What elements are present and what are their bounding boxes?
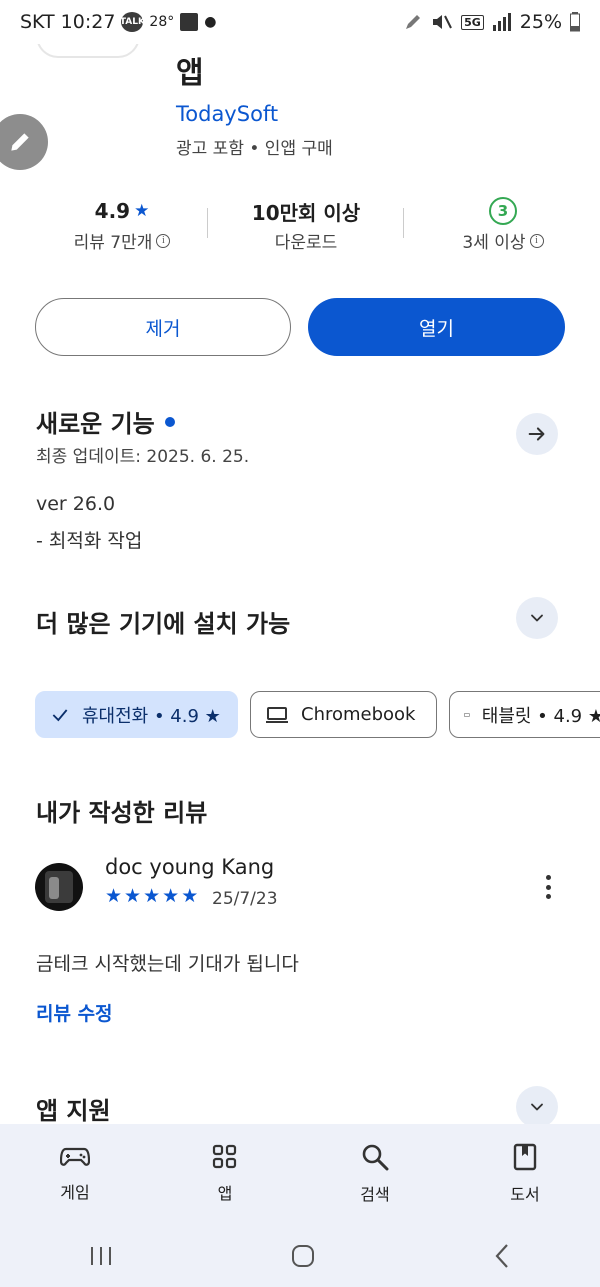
- notification-icon: [180, 13, 199, 31]
- status-bar: SKT 10:27 TALK 28° ● 5G 25%: [0, 0, 600, 44]
- chip-phone[interactable]: 휴대전화 • 4.9 ★: [35, 691, 238, 738]
- more-notifications-icon: ●: [204, 14, 217, 30]
- my-review-title: 내가 작성한 리뷰: [36, 799, 208, 827]
- whats-new-arrow-button[interactable]: [516, 413, 558, 455]
- developer-link[interactable]: TodaySoft: [176, 102, 278, 126]
- kakaotalk-icon: TALK: [120, 12, 145, 32]
- divider: [403, 208, 404, 238]
- battery-percent: 25%: [519, 11, 562, 33]
- stats-row: 4.9 ★ 리뷰 7만개 i 10만회 이상 다운로드 3 3세 이상 i: [0, 196, 600, 260]
- back-icon[interactable]: [492, 1243, 512, 1269]
- app-support-expand-button[interactable]: [516, 1086, 558, 1128]
- star-icon: ★: [105, 885, 123, 907]
- chip-tablet[interactable]: 태블릿 • 4.9 ★: [449, 691, 600, 738]
- chevron-down-icon: [531, 1103, 543, 1111]
- chevron-down-icon: [531, 614, 543, 622]
- chip-chromebook[interactable]: Chromebook: [250, 691, 437, 738]
- version-text: ver 26.0: [36, 493, 116, 515]
- arrow-right-icon: [528, 427, 545, 441]
- nav-label: 도서: [510, 1185, 540, 1204]
- release-note: - 최적화 작업: [36, 530, 143, 552]
- bottom-navigation: 게임 앱 검색 도서: [0, 1124, 600, 1224]
- battery-icon: [570, 12, 580, 32]
- rating-label: 리뷰 7만개: [73, 233, 153, 253]
- info-icon: i: [156, 233, 171, 248]
- search-icon: [362, 1144, 389, 1171]
- apps-grid-icon: [212, 1144, 237, 1169]
- uninstall-button[interactable]: 제거: [35, 298, 291, 356]
- age-label: 3세 이상: [462, 233, 526, 253]
- network-type: 5G: [461, 14, 484, 30]
- pencil-icon: [11, 133, 29, 151]
- my-review-header: 내가 작성한 리뷰: [36, 793, 207, 828]
- chip-label: Chromebook: [301, 704, 416, 725]
- gamepad-icon: [60, 1147, 90, 1166]
- last-updated: 최종 업데이트: 2025. 6. 25.: [36, 447, 250, 467]
- app-support-title: 앱 지원: [36, 1097, 111, 1125]
- star-icon: ★: [134, 201, 150, 221]
- temperature: 28°: [149, 14, 175, 30]
- signal-icon: [492, 13, 511, 31]
- carrier-label: SKT: [20, 11, 55, 33]
- nav-games[interactable]: 게임: [0, 1124, 150, 1224]
- review-stars: ★ ★ ★ ★ ★: [105, 885, 198, 907]
- star-icon: ★: [143, 885, 161, 907]
- app-title: 앱: [176, 56, 204, 91]
- new-indicator-dot: [164, 416, 175, 427]
- whats-new-title: 새로운 기능: [36, 410, 155, 438]
- review-date: 25/7/23: [212, 889, 278, 909]
- nav-apps[interactable]: 앱: [150, 1124, 300, 1224]
- open-button[interactable]: 열기: [308, 298, 565, 356]
- devices-header[interactable]: 더 많은 기기에 설치 가능: [36, 604, 290, 639]
- nav-search[interactable]: 검색: [300, 1124, 450, 1224]
- recent-apps-icon[interactable]: [88, 1245, 114, 1267]
- nav-label: 앱: [217, 1184, 233, 1203]
- tablet-icon: [464, 712, 470, 717]
- chip-label: 휴대전화 • 4.9 ★: [82, 705, 221, 727]
- nav-books[interactable]: 도서: [450, 1124, 600, 1224]
- star-icon: ★: [181, 885, 199, 907]
- rating-stat[interactable]: 4.9 ★ 리뷰 7만개 i: [37, 196, 207, 253]
- nav-label: 검색: [360, 1185, 390, 1204]
- pen-icon: [406, 15, 421, 29]
- chip-label: 태블릿 • 4.9 ★: [481, 705, 600, 727]
- review-text: 금테크 시작했는데 기대가 됩니다: [36, 953, 299, 975]
- device-chips: 휴대전화 • 4.9 ★ Chromebook 태블릿 • 4.9 ★: [35, 691, 600, 738]
- avatar: [35, 863, 83, 911]
- downloads-stat: 10만회 이상 다운로드: [221, 196, 391, 254]
- more-options-icon[interactable]: [538, 872, 558, 902]
- downloads-label: 다운로드: [274, 233, 338, 253]
- app-support-header[interactable]: 앱 지원: [36, 1091, 111, 1126]
- edit-fab-button[interactable]: [0, 114, 48, 170]
- system-navigation-bar: [0, 1224, 600, 1287]
- age-rating-badge: 3: [489, 197, 517, 225]
- star-icon: ★: [124, 885, 142, 907]
- reviewer-name: doc young Kang: [105, 855, 275, 879]
- downloads-value: 10만회 이상: [251, 200, 361, 225]
- app-subinfo: 광고 포함 • 인앱 구매: [176, 139, 333, 159]
- check-icon: [52, 708, 68, 721]
- age-stat[interactable]: 3 3세 이상 i: [418, 196, 588, 253]
- edit-review-link[interactable]: 리뷰 수정: [36, 999, 113, 1026]
- clock: 10:27: [60, 11, 116, 33]
- rating-value: 4.9: [94, 199, 131, 223]
- book-icon: [513, 1143, 537, 1171]
- whats-new-header[interactable]: 새로운 기능: [36, 404, 175, 439]
- laptop-icon: [266, 706, 288, 723]
- divider: [207, 208, 208, 238]
- devices-title: 더 많은 기기에 설치 가능: [36, 610, 291, 638]
- star-icon: ★: [162, 885, 180, 907]
- home-icon[interactable]: [290, 1243, 316, 1269]
- devices-expand-button[interactable]: [516, 597, 558, 639]
- nav-label: 게임: [60, 1183, 90, 1202]
- mute-icon: [433, 15, 452, 29]
- info-icon: i: [529, 233, 544, 248]
